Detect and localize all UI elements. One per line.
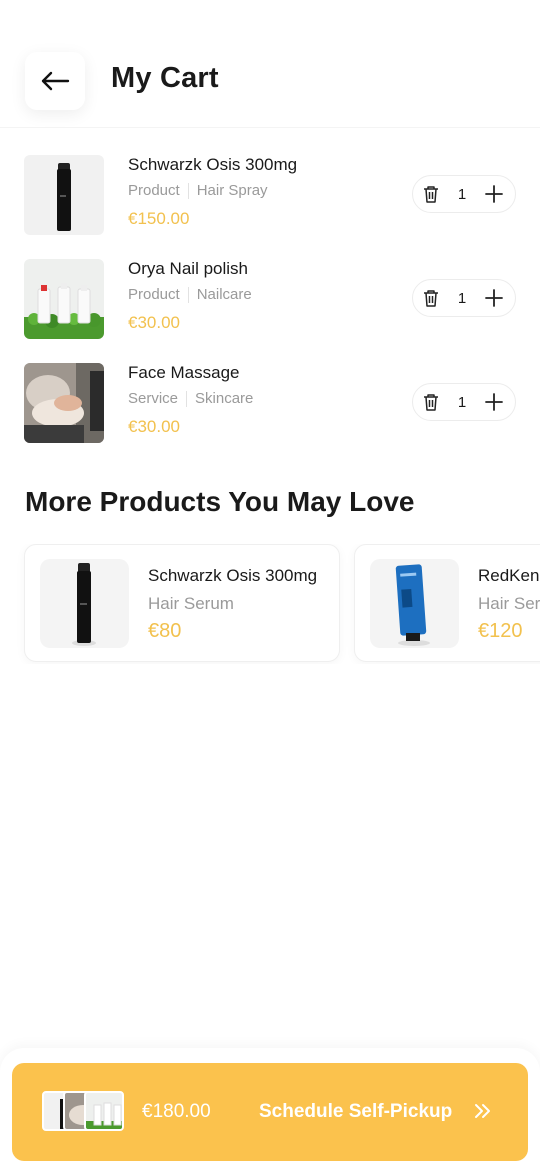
increase-button[interactable] (485, 393, 503, 411)
cta-label: Schedule Self-Pickup (259, 1101, 453, 1122)
item-price: €30.00 (128, 313, 180, 332)
divider (187, 286, 189, 303)
product-image (40, 559, 129, 648)
cart-item: Schwarzk Osis 300mg Product Hair Spray €… (0, 155, 540, 239)
delete-button[interactable] (423, 393, 439, 411)
item-type: Product (128, 182, 180, 199)
item-type: Product (128, 286, 180, 303)
item-price: €30.00 (128, 417, 180, 436)
divider (186, 390, 188, 407)
product-thumbnail[interactable] (24, 259, 104, 339)
item-type: Service (128, 390, 179, 407)
cart-total: €180.00 (142, 1101, 211, 1122)
item-meta: Service Skincare (128, 390, 253, 407)
quantity-stepper: 1 (412, 383, 516, 421)
product-card[interactable]: Schwarzk Osis 300mg Hair Serum €80 (24, 544, 340, 662)
delete-button[interactable] (423, 289, 439, 307)
item-meta: Product Hair Spray (128, 182, 268, 199)
item-category: Skincare (195, 390, 254, 407)
increase-button[interactable] (485, 185, 503, 203)
item-price: €150.00 (128, 209, 190, 228)
double-chevron-right-icon (475, 1104, 490, 1118)
delete-button[interactable] (423, 185, 439, 203)
plus-icon (485, 185, 503, 203)
arrow-left-icon (41, 71, 70, 91)
divider (187, 182, 189, 199)
product-thumbnail[interactable] (24, 155, 104, 235)
header: My Cart (0, 0, 540, 128)
product-category: Hair Serum (148, 594, 234, 613)
quantity-stepper: 1 (412, 175, 516, 213)
item-name: Orya Nail polish (128, 259, 248, 278)
item-meta: Product Nailcare (128, 286, 252, 303)
product-name: Schwarzk Osis 300mg (148, 566, 318, 585)
product-name: RedKen (478, 566, 540, 585)
cart-thumbnails (42, 1091, 126, 1135)
section-title: More Products You May Love (25, 486, 415, 517)
trash-icon (424, 186, 438, 203)
item-name: Schwarzk Osis 300mg (128, 155, 298, 174)
back-button[interactable] (25, 52, 85, 110)
plus-icon (485, 289, 503, 307)
item-category: Nailcare (196, 286, 252, 303)
cart-thumbnail (84, 1091, 124, 1131)
item-name: Face Massage (128, 363, 240, 382)
cart-item: Face Massage Service Skincare €30.00 1 (0, 363, 540, 447)
increase-button[interactable] (485, 289, 503, 307)
quantity-value: 1 (457, 185, 467, 203)
product-card[interactable]: RedKen Hair Serum €120 (354, 544, 540, 662)
plus-icon (485, 393, 503, 411)
trash-icon (424, 394, 438, 411)
product-price: €120 (478, 620, 523, 642)
bottom-bar: €180.00 Schedule Self-Pickup (0, 1048, 540, 1173)
trash-icon (424, 290, 438, 307)
product-price: €80 (148, 620, 182, 642)
item-category: Hair Spray (196, 182, 268, 199)
quantity-value: 1 (457, 393, 467, 411)
quantity-value: 1 (457, 289, 467, 307)
product-image (370, 559, 459, 648)
page-title: My Cart (111, 62, 219, 94)
cart-item: Orya Nail polish Product Nailcare €30.00… (0, 259, 540, 343)
schedule-pickup-button[interactable]: €180.00 Schedule Self-Pickup (12, 1063, 528, 1161)
product-carousel[interactable]: Schwarzk Osis 300mg Hair Serum €80 RedKe… (0, 544, 540, 664)
product-category: Hair Serum (478, 594, 540, 613)
quantity-stepper: 1 (412, 279, 516, 317)
service-thumbnail[interactable] (24, 363, 104, 443)
